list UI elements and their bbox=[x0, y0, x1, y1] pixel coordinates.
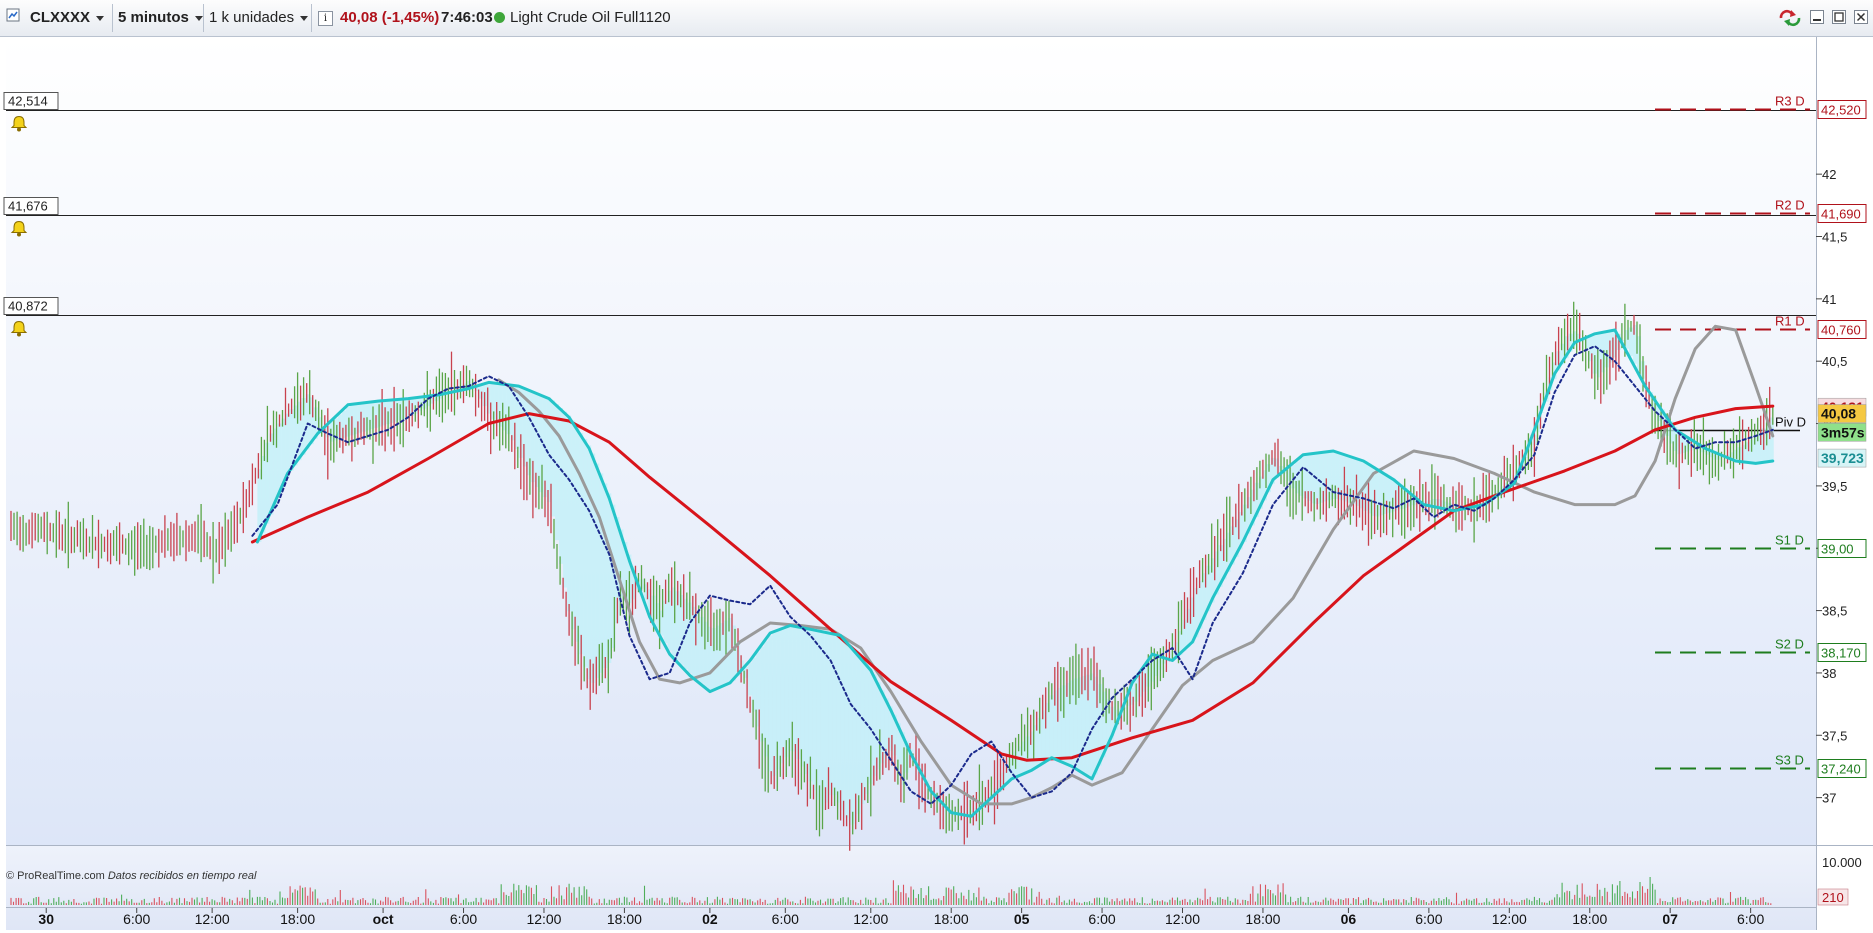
bell-clapper bbox=[17, 127, 21, 132]
chevron-down-icon bbox=[96, 15, 105, 21]
price-change-label: 40,08 (-1,45%) bbox=[340, 9, 440, 26]
toolbar: CLXXXX 5 minutos 1 k unidades i 40,08 (-… bbox=[0, 0, 1873, 37]
y-tick-label: 41 bbox=[1822, 292, 1836, 307]
x-tick-label: 18:00 bbox=[1245, 911, 1280, 927]
y-tick-label: 38 bbox=[1822, 666, 1836, 681]
instrument-title: Light Crude Oil Full1120 bbox=[494, 0, 671, 36]
symbol-label: CLXXXX bbox=[30, 9, 91, 26]
x-tick-label: 6:00 bbox=[1415, 911, 1442, 927]
price-chart[interactable]: 42,514 41,676 40,872 R3 D R2 D R1 D Piv D S1 D… bbox=[0, 37, 1873, 930]
resistance-price-label: 42,520 bbox=[1821, 103, 1861, 118]
x-tick-label: 12:00 bbox=[1165, 911, 1200, 927]
y-tick-label: 41,5 bbox=[1822, 230, 1847, 245]
close-icon[interactable] bbox=[1854, 10, 1868, 24]
price-change: 40,08 (-1,45%) bbox=[340, 0, 439, 36]
app-icon bbox=[6, 0, 20, 36]
x-tick-label: 6:00 bbox=[1088, 911, 1115, 927]
units-selector[interactable]: 1 k unidades bbox=[209, 0, 309, 36]
units-label: 1 k unidades bbox=[209, 9, 295, 26]
chevron-down-icon bbox=[194, 15, 203, 21]
y-tick-label: 37 bbox=[1822, 791, 1836, 806]
x-tick-label: 02 bbox=[702, 911, 718, 927]
support-price-label: 37,240 bbox=[1821, 762, 1861, 777]
chart-canvas[interactable]: 42,514 41,676 40,872 R3 D R2 D R1 D Piv D S1 D… bbox=[0, 37, 1873, 930]
status-dot-icon bbox=[494, 12, 505, 23]
resistance-label: R3 D bbox=[1775, 94, 1805, 109]
x-tick-label: 6:00 bbox=[1737, 911, 1764, 927]
x-tick-label: 6:00 bbox=[450, 911, 477, 927]
price-tag-label: 40,08 bbox=[1821, 406, 1856, 422]
info-button[interactable]: i bbox=[318, 0, 333, 36]
volume-tick-label: 10.000 bbox=[1822, 855, 1862, 870]
toolbar-divider bbox=[112, 4, 113, 32]
x-tick-label: 12:00 bbox=[526, 911, 561, 927]
volume-last-label: 210 bbox=[1822, 890, 1844, 905]
clock: 7:46:03 bbox=[441, 9, 493, 26]
support-label: S3 D bbox=[1775, 753, 1804, 768]
y-tick-label: 37,5 bbox=[1822, 728, 1847, 743]
x-tick-label: 6:00 bbox=[772, 911, 799, 927]
bell-clapper bbox=[17, 332, 21, 337]
x-tick-label: 18:00 bbox=[1572, 911, 1607, 927]
y-tick-label: 42 bbox=[1822, 167, 1836, 182]
price-tag-label: 39,723 bbox=[1821, 450, 1864, 466]
x-tick-label: 12:00 bbox=[1492, 911, 1527, 927]
credit-brand: © ProRealTime.com bbox=[6, 870, 105, 882]
x-tick-label: 18:00 bbox=[934, 911, 969, 927]
price-tag-label: 3m57s bbox=[1821, 424, 1865, 440]
alert-price-label: 40,872 bbox=[8, 299, 48, 314]
x-tick-label: 12:00 bbox=[853, 911, 888, 927]
toolbar-divider bbox=[203, 4, 204, 32]
bell-clapper bbox=[17, 232, 21, 237]
support-label: S2 D bbox=[1775, 637, 1804, 652]
info-icon: i bbox=[318, 11, 333, 26]
pivot-label: Piv D bbox=[1775, 415, 1806, 430]
y-tick-label: 39,5 bbox=[1822, 479, 1847, 494]
chevron-down-icon bbox=[300, 15, 309, 21]
symbol-selector[interactable]: CLXXXX bbox=[30, 0, 105, 36]
y-tick-label: 40,5 bbox=[1822, 354, 1847, 369]
resistance-price-label: 40,760 bbox=[1821, 323, 1861, 338]
x-tick-label: 6:00 bbox=[123, 911, 150, 927]
sync-icon[interactable] bbox=[1777, 9, 1803, 27]
x-tick-label: 05 bbox=[1014, 911, 1030, 927]
resistance-price-label: 41,690 bbox=[1821, 207, 1861, 222]
alert-price-label: 41,676 bbox=[8, 199, 48, 214]
x-tick-label: 30 bbox=[38, 911, 54, 927]
credit-note: Datos recibidos en tiempo real bbox=[107, 870, 257, 882]
x-tick-label: 07 bbox=[1662, 911, 1678, 927]
maximize-icon[interactable] bbox=[1832, 10, 1846, 24]
alert-price-label: 42,514 bbox=[8, 94, 48, 109]
x-tick-label: 18:00 bbox=[607, 911, 642, 927]
timeframe-selector[interactable]: 5 minutos bbox=[118, 0, 203, 36]
toolbar-divider bbox=[311, 4, 312, 32]
support-price-label: 38,170 bbox=[1821, 646, 1861, 661]
resistance-label: R2 D bbox=[1775, 198, 1805, 213]
timeframe-label: 5 minutos bbox=[118, 9, 189, 26]
x-tick-label: oct bbox=[373, 911, 394, 927]
x-tick-label: 18:00 bbox=[280, 911, 315, 927]
data-credit: © ProRealTime.com Datos recibidos en tie… bbox=[6, 870, 256, 882]
resistance-label: R1 D bbox=[1775, 314, 1805, 329]
x-tick-label: 12:00 bbox=[195, 911, 230, 927]
y-tick-label: 38,5 bbox=[1822, 604, 1847, 619]
support-label: S1 D bbox=[1775, 533, 1804, 548]
minimize-icon[interactable] bbox=[1810, 10, 1824, 24]
x-tick-label: 06 bbox=[1341, 911, 1357, 927]
instrument-name: Light Crude Oil Full1120 bbox=[510, 9, 671, 26]
support-price-label: 39,00 bbox=[1821, 542, 1854, 557]
